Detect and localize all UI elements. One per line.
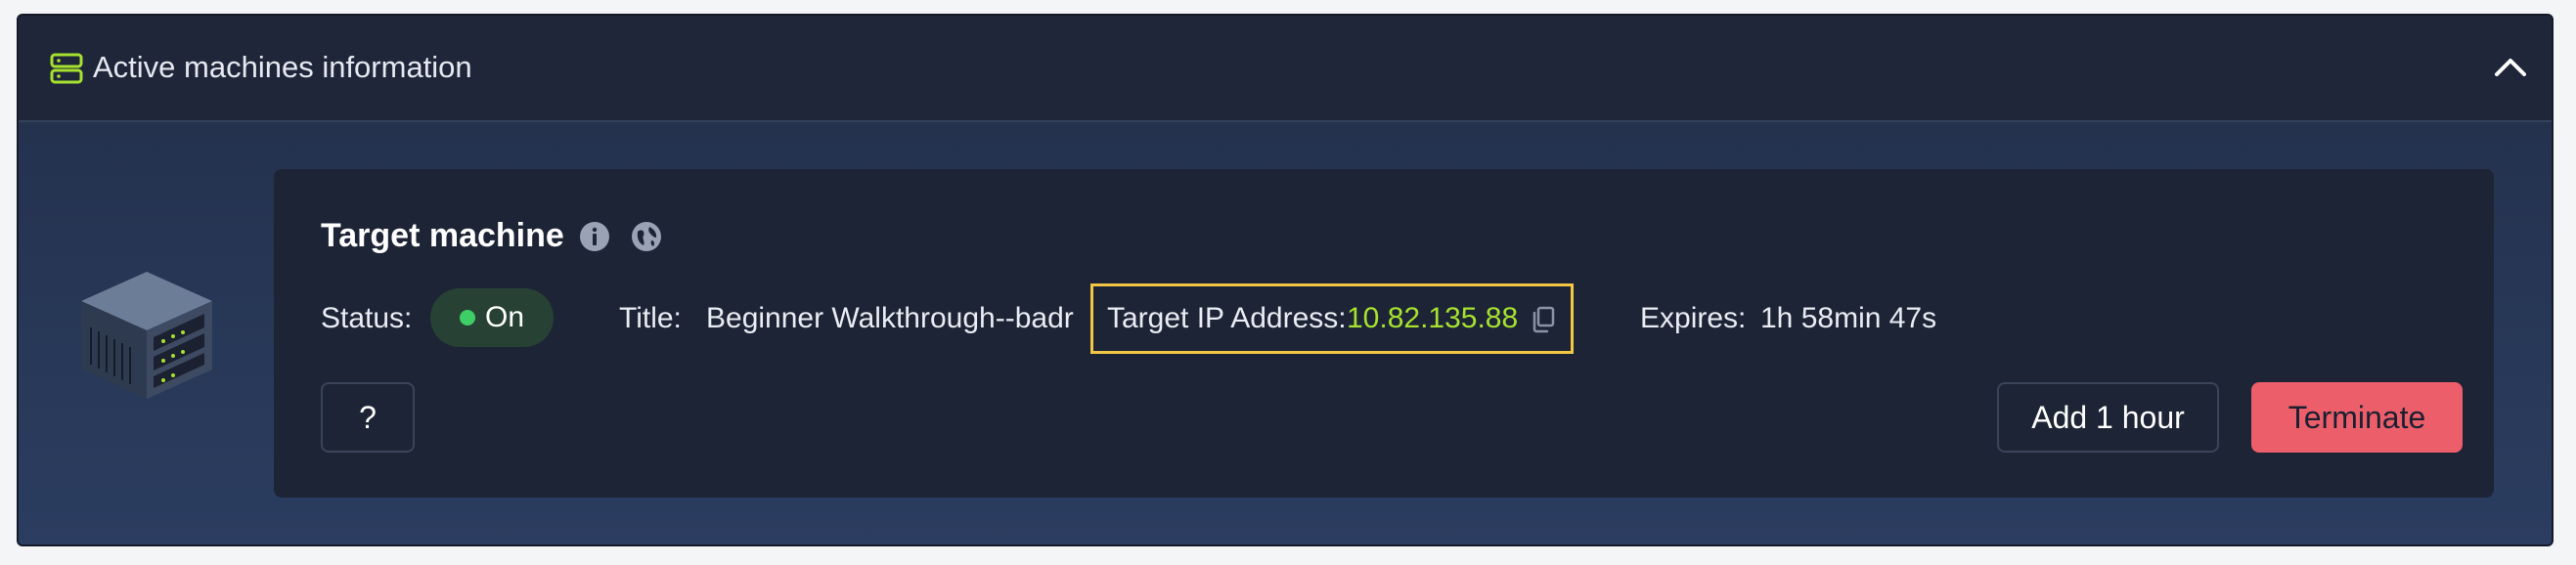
target-ip-highlight: Target IP Address: 10.82.135.88	[1090, 283, 1574, 354]
add-hour-button[interactable]: Add 1 hour	[1997, 382, 2219, 453]
machine-details-row: Status: On Title: Beginner Walkthrough--…	[274, 283, 2494, 354]
panel-title: Active machines information	[93, 50, 472, 84]
server-icon	[50, 53, 83, 84]
card-title: Target machine	[321, 217, 564, 254]
ip-value[interactable]: 10.82.135.88	[1347, 300, 1518, 337]
globe-icon[interactable]	[630, 220, 663, 253]
active-machines-panel: Active machines information Target machi…	[17, 14, 2554, 546]
title-label: Title:	[619, 302, 682, 334]
expires-label: Expires:	[1640, 302, 1747, 334]
panel-header[interactable]: Active machines information	[19, 16, 2552, 122]
expires-value: 1h 58min 47s	[1760, 302, 1937, 334]
title-value: Beginner Walkthrough--badr	[706, 302, 1074, 334]
server-box-image	[81, 272, 212, 399]
copy-icon[interactable]	[1531, 306, 1556, 333]
ip-label: Target IP Address:	[1107, 302, 1347, 334]
target-machine-card: Target machine Status: On Title: Beginne…	[274, 169, 2494, 498]
help-button[interactable]: ?	[321, 382, 415, 453]
chevron-up-icon[interactable]	[2489, 47, 2532, 86]
status-badge: On	[430, 288, 554, 347]
status-dot-icon	[459, 310, 475, 326]
status-label: Status:	[321, 302, 413, 334]
panel-body: Target machine Status: On Title: Beginne…	[19, 122, 2552, 544]
terminate-button[interactable]: Terminate	[2251, 382, 2463, 453]
info-icon[interactable]	[579, 221, 610, 252]
status-value: On	[484, 301, 525, 333]
